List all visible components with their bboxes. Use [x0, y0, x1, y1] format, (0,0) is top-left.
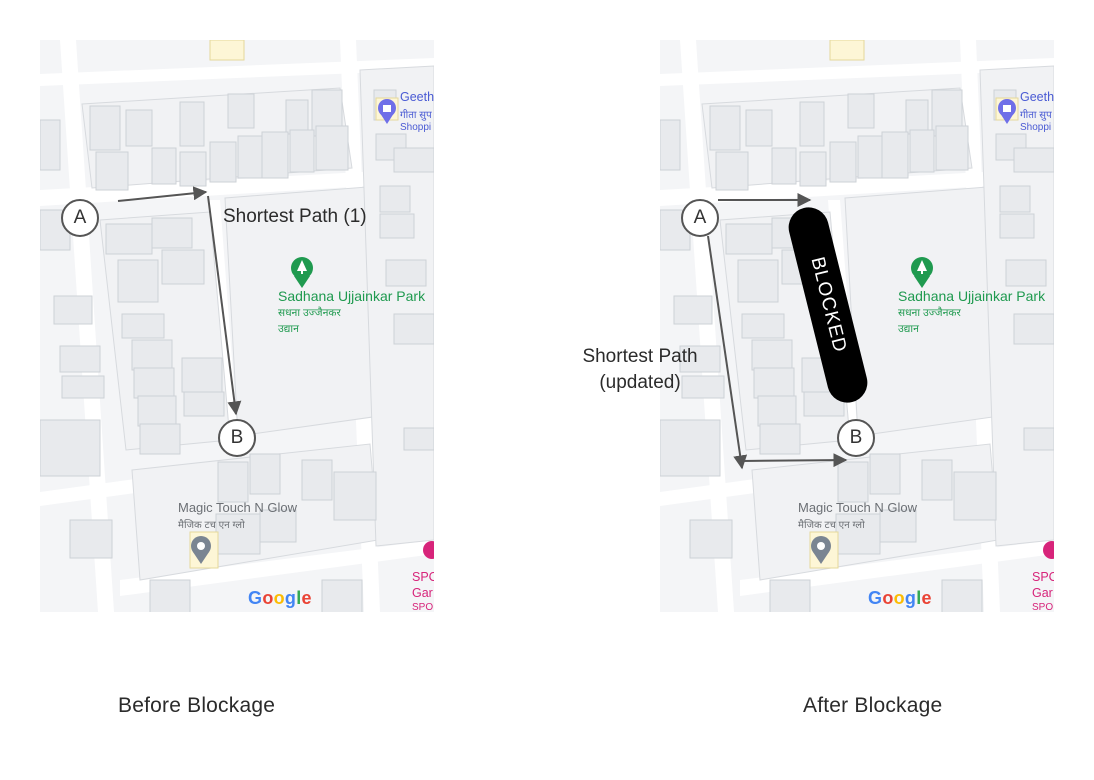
spo-label: SPC [412, 570, 434, 584]
geeth-sub: गीता सुप [400, 110, 432, 121]
shopping-bag-pin-icon [375, 97, 399, 124]
updated-path-label: Shortest Path (updated) [572, 344, 708, 396]
map-panel-before: Sadhana Ujjainkar Park सधना उज्जैनकर उद्… [40, 40, 434, 612]
caption-after: After Blockage [803, 694, 943, 717]
shop-sub: मैजिक टच एन ग्लो [178, 520, 245, 531]
updated-path-label-line1: Shortest Path [582, 346, 698, 367]
park-name: Sadhana Ujjainkar Park [278, 288, 426, 304]
shop-sub: मैजिक टच एन ग्लो [798, 520, 865, 531]
spo-label-2: Gar [1032, 586, 1053, 600]
park-sub-2: उद्यान [898, 323, 919, 335]
spo-label-2: Gar [412, 586, 433, 600]
node-b-after: B [837, 419, 875, 457]
shopping-bag-pin-icon [995, 97, 1019, 124]
park-name: Sadhana Ujjainkar Park [898, 288, 1046, 304]
shop-name: Magic Touch N Glow [798, 500, 917, 515]
node-b-before: B [218, 419, 256, 457]
shortest-path-label: Shortest Path (1) [223, 206, 367, 227]
map-panel-after: Sadhana Ujjainkar Park सधना उज्जैनकर उद्… [660, 40, 1054, 612]
spo-label-3: SPO [412, 602, 434, 612]
caption-before: Before Blockage [118, 694, 276, 717]
google-logo: Google [868, 588, 932, 608]
geeth-label: Geeth [1020, 90, 1054, 104]
geeth-sub-2: Shoppi [1020, 122, 1052, 133]
node-a-after: A [681, 199, 719, 237]
google-logo: Google [248, 588, 312, 608]
spo-label: SPC [1032, 570, 1054, 584]
park-sub-1: सधना उज्जैनकर [898, 307, 961, 319]
shop-name: Magic Touch N Glow [178, 500, 297, 515]
spo-label-3: SPO [1032, 602, 1054, 612]
park-sub-1: सधना उज्जैनकर [278, 307, 341, 319]
updated-path-label-line2: (updated) [599, 372, 681, 393]
park-sub-2: उद्यान [278, 323, 299, 335]
geeth-sub: गीता सुप [1020, 110, 1052, 121]
geeth-label: Geeth [400, 90, 434, 104]
geeth-sub-2: Shoppi [400, 122, 432, 133]
node-a-before: A [61, 199, 99, 237]
